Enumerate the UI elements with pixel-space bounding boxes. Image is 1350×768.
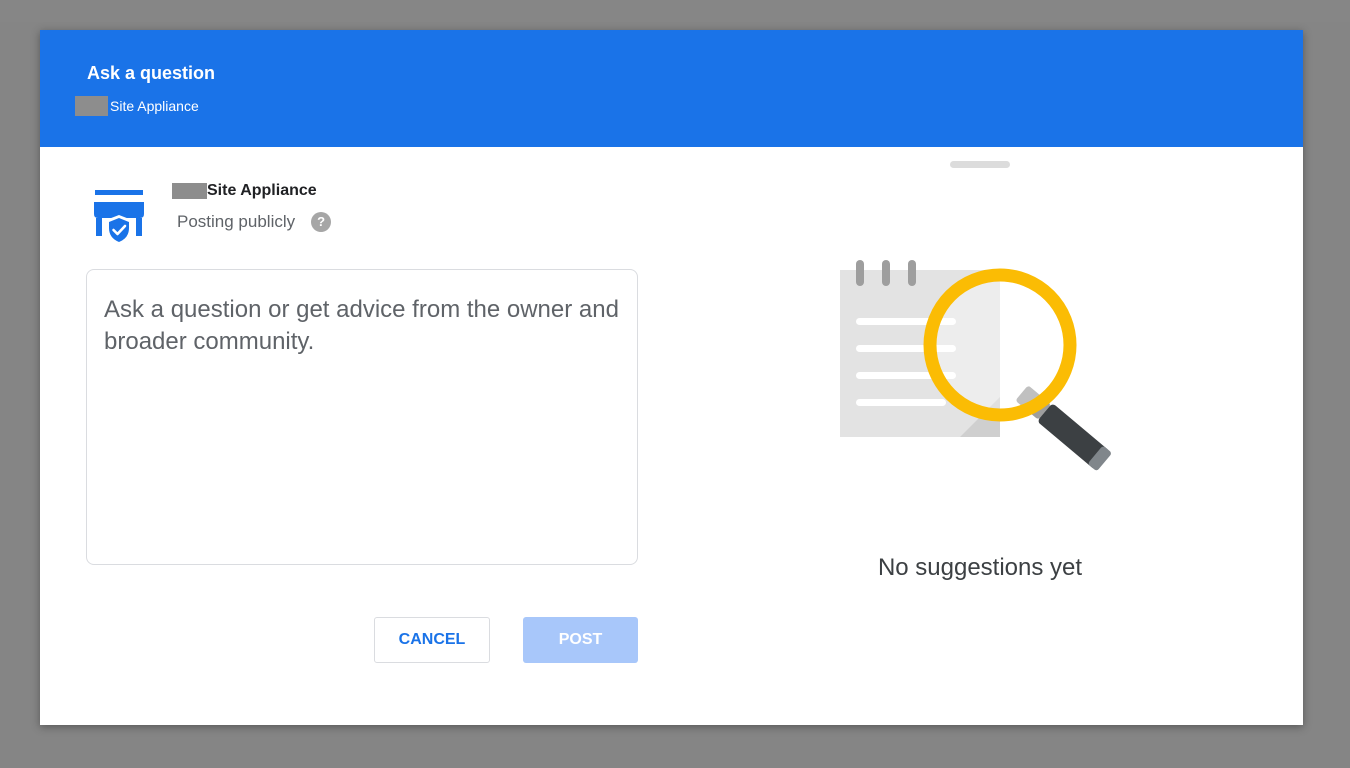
notepad-ring xyxy=(856,260,864,286)
posting-status-text: Posting publicly xyxy=(177,212,296,231)
question-mark-icon[interactable]: ? xyxy=(311,212,332,232)
dialog-title: Ask a question xyxy=(87,63,216,83)
redacted-text xyxy=(172,183,207,199)
notepad-line xyxy=(856,399,946,406)
ask-question-dialog: Ask a question Site Appliance Site Appli… xyxy=(40,30,1303,725)
notepad-magnifier-illustration xyxy=(840,260,1111,471)
business-name-text: Site Appliance xyxy=(207,182,317,199)
dialog-subtitle-text: Site Appliance xyxy=(110,98,199,114)
dialog-header: Ask a question Site Appliance xyxy=(40,30,1303,147)
drag-handle[interactable] xyxy=(950,161,1010,168)
notepad-ring xyxy=(908,260,916,286)
no-suggestions-text: No suggestions yet xyxy=(877,554,1083,581)
page-backdrop xyxy=(0,0,1350,22)
cancel-button[interactable]: CANCEL xyxy=(374,617,490,663)
post-button[interactable]: POST xyxy=(523,617,638,663)
magnifier-ring xyxy=(923,268,1077,422)
dialog-subtitle: Site Appliance xyxy=(75,96,199,116)
business-name: Site Appliance xyxy=(172,182,317,200)
redacted-text xyxy=(75,96,108,116)
question-input[interactable] xyxy=(86,269,638,565)
storefront-shield-icon xyxy=(94,190,144,245)
notepad-ring xyxy=(882,260,890,286)
posting-status: Posting publicly ? xyxy=(177,212,332,232)
